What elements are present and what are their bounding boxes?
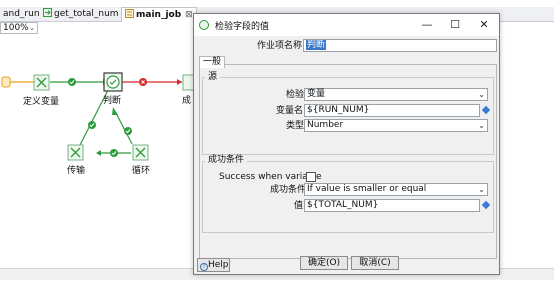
define-variable-node[interactable]	[33, 74, 50, 91]
maximize-button[interactable]: ☐	[441, 16, 469, 34]
success-group-title: 成功条件	[205, 155, 248, 166]
tab-label: get_total_num	[54, 9, 119, 19]
check-icon	[199, 20, 209, 30]
cancel-button[interactable]: 取消(C)	[351, 256, 399, 270]
close-button[interactable]: ✕	[470, 16, 498, 34]
chevron-down-icon: ⌄	[478, 121, 485, 130]
variable-name-label: 变量名	[276, 106, 304, 116]
hop-ok-icon	[68, 78, 76, 86]
cancel-button-label: 取消(C)	[359, 258, 391, 268]
transfer-node[interactable]	[67, 144, 84, 161]
job-name-value: 判断	[306, 40, 327, 50]
zoom-select[interactable]: 100% ⌄	[0, 22, 38, 34]
success-condition-label: 成功条件	[270, 185, 307, 195]
help-icon: ?	[200, 263, 208, 271]
job-icon	[125, 9, 134, 18]
check-select[interactable]: 变量 ⌄	[304, 88, 488, 101]
hop-ok-icon	[124, 127, 132, 135]
tab-label: main_job	[136, 10, 182, 20]
hop-ok-icon	[110, 149, 118, 157]
success-when-variable-checkbox[interactable]	[306, 172, 316, 182]
success-condition-select[interactable]: If value is smaller or equal ⌄	[304, 183, 488, 196]
tab-general[interactable]: 一般	[199, 56, 226, 68]
loop-node[interactable]	[132, 144, 149, 161]
ok-button[interactable]: 确定(O)	[300, 256, 348, 270]
node-label-define-variable: 定义变量	[23, 97, 60, 107]
start-node[interactable]	[1, 76, 11, 88]
node-label-judge: 判断	[103, 96, 122, 106]
variable-name-value: ${RUN_NUM}	[307, 105, 370, 115]
minimize-button[interactable]: —	[413, 16, 441, 34]
node-label-transfer: 传输	[67, 166, 86, 176]
ok-button-label: 确定(O)	[307, 258, 341, 268]
value-label: 值	[294, 201, 304, 211]
transformation-icon	[43, 8, 52, 17]
tab-and-run[interactable]: and_run	[0, 7, 43, 22]
check-label: 检验	[286, 90, 305, 100]
help-button-label: Help	[208, 260, 229, 270]
dialog-titlebar[interactable]: 检验字段的值 — ☐ ✕	[194, 14, 499, 36]
arrow-icon	[177, 79, 182, 85]
chevron-down-icon: ⌄	[29, 24, 35, 32]
job-canvas[interactable]	[0, 35, 200, 180]
node-label-loop: 循环	[132, 166, 151, 176]
hop-ok-icon	[88, 121, 96, 129]
chevron-down-icon: ⌄	[478, 90, 485, 99]
job-name-label: 作业项名称:	[257, 41, 306, 51]
value-field[interactable]: ${TOTAL_NUM}	[304, 199, 480, 212]
job-name-field[interactable]: 判断	[303, 39, 497, 52]
close-icon[interactable]: ⊠	[185, 10, 193, 20]
judge-node[interactable]	[103, 72, 123, 92]
check-value: 变量	[307, 89, 326, 99]
hop-error-icon	[139, 78, 147, 86]
tab-main-job[interactable]: main_job ⊠	[121, 7, 197, 22]
variable-name-field[interactable]: ${RUN_NUM}	[304, 104, 480, 117]
spoon-window: and_run get_total_num main_job⊠ 100% ⌄	[0, 0, 554, 296]
check-icon	[106, 75, 120, 89]
value-value: ${TOTAL_NUM}	[307, 200, 379, 210]
tab-label: and_run	[3, 9, 40, 19]
chevron-down-icon: ⌄	[478, 185, 485, 194]
dialog-title: 检验字段的值	[215, 22, 270, 32]
type-label: 类型	[286, 121, 305, 131]
help-button[interactable]: ? Help	[197, 258, 230, 272]
evaluate-field-dialog: 检验字段的值 — ☐ ✕ 作业项名称: 判断 一般 源 检验 变量 ⌄ 变量名 …	[193, 13, 500, 275]
node-label-success: 成	[182, 96, 192, 106]
arrow-icon	[96, 150, 101, 156]
success-condition-value: If value is smaller or equal	[307, 184, 427, 194]
type-select[interactable]: Number ⌄	[304, 119, 488, 132]
zoom-value: 100%	[3, 23, 29, 33]
source-group-title: 源	[205, 72, 221, 83]
type-value: Number	[307, 120, 344, 130]
tab-get-total-num[interactable]: get_total_num	[40, 7, 122, 22]
arrow-icon	[112, 107, 118, 115]
